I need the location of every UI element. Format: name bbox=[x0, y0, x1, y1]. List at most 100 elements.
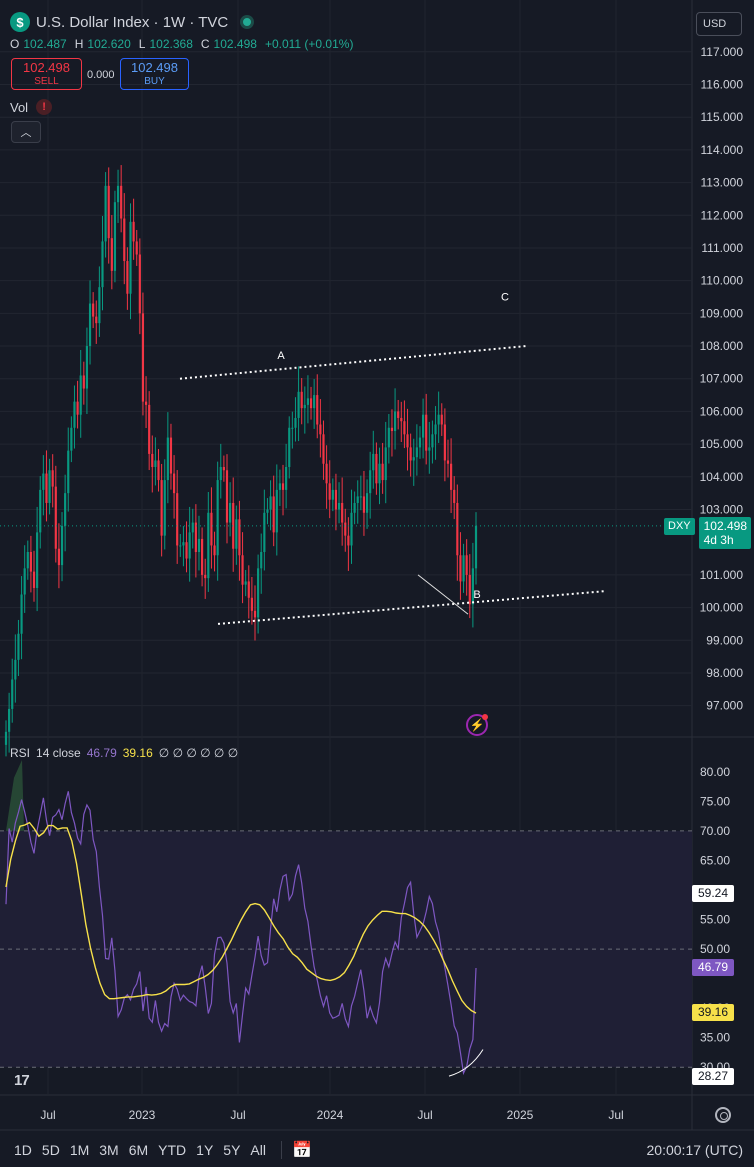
rsi-value-tag: 59.24 bbox=[692, 885, 734, 903]
candle-body bbox=[406, 434, 409, 448]
price-tick-label: 100.000 bbox=[700, 601, 744, 615]
rsi-tick-label: 80.00 bbox=[700, 765, 730, 779]
candle-body bbox=[216, 480, 219, 556]
timeframe-5y[interactable]: 5Y bbox=[218, 1142, 245, 1158]
candle-body bbox=[148, 404, 151, 454]
candle-body bbox=[418, 437, 422, 448]
candle-body bbox=[120, 185, 123, 219]
candle-body bbox=[238, 519, 241, 556]
candle-body bbox=[48, 470, 51, 503]
chevron-up-icon: ︿ bbox=[20, 127, 32, 139]
candle-body bbox=[191, 522, 194, 533]
candle-body bbox=[393, 411, 397, 432]
candle-body bbox=[456, 502, 459, 556]
candle-body bbox=[459, 555, 462, 582]
candle-body bbox=[288, 427, 291, 467]
timeframe-3m[interactable]: 3M bbox=[94, 1142, 123, 1158]
candle-body bbox=[64, 493, 67, 526]
price-tick-label: 97.000 bbox=[706, 699, 743, 713]
currency-selector[interactable]: USD bbox=[696, 12, 742, 36]
candle-body bbox=[347, 535, 350, 546]
candle-body bbox=[176, 493, 179, 546]
timeframe-5d[interactable]: 5D bbox=[37, 1142, 65, 1158]
ohlc-close-value: 102.498 bbox=[213, 37, 257, 51]
candle-body bbox=[350, 512, 353, 546]
rsi-legend[interactable]: RSI 14 close 46.79 39.16 ∅ ∅ ∅ ∅ ∅ ∅ bbox=[10, 746, 238, 760]
candle-body bbox=[123, 218, 126, 262]
price-tick-label: 104.000 bbox=[700, 470, 744, 484]
timeframe-6m[interactable]: 6M bbox=[124, 1142, 153, 1158]
price-tick-label: 111.000 bbox=[701, 241, 743, 255]
volume-legend[interactable]: Vol ! bbox=[10, 99, 53, 115]
candle-body bbox=[166, 437, 169, 481]
sell-button[interactable]: 102.498 SELL bbox=[11, 58, 82, 90]
market-open-icon bbox=[240, 15, 255, 29]
wave-label-a: A bbox=[277, 350, 285, 362]
candle-body bbox=[129, 221, 132, 294]
candle-body bbox=[8, 708, 11, 732]
trendline-a-c bbox=[179, 345, 527, 380]
candle-body bbox=[244, 581, 247, 585]
collapse-legend-button[interactable]: ︿ bbox=[11, 121, 41, 143]
price-tick-label: 113.000 bbox=[701, 176, 744, 190]
buy-label: BUY bbox=[144, 76, 165, 87]
timeframe-1m[interactable]: 1M bbox=[65, 1142, 94, 1158]
timeframe-1y[interactable]: 1Y bbox=[191, 1142, 218, 1158]
rsi-value-tag: 46.79 bbox=[692, 959, 734, 977]
timeframe-all[interactable]: All bbox=[245, 1142, 271, 1158]
candle-body bbox=[92, 303, 95, 317]
candle-body bbox=[253, 610, 257, 618]
candle-body bbox=[474, 525, 478, 569]
price-tick-label: 108.000 bbox=[700, 339, 744, 353]
candle-body bbox=[107, 185, 110, 239]
rsi-value-tag: 28.27 bbox=[692, 1068, 734, 1086]
price-tick-label: 114.000 bbox=[701, 143, 744, 157]
date-range-calendar-icon[interactable]: 📅 bbox=[292, 1140, 312, 1160]
candle-body bbox=[387, 427, 390, 448]
lightning-icon[interactable]: ⚡ bbox=[466, 714, 488, 736]
price-tick-label: 115.000 bbox=[701, 110, 744, 124]
timeframe-ytd[interactable]: YTD bbox=[153, 1142, 191, 1158]
rsi-tick-label: 35.00 bbox=[700, 1031, 730, 1045]
candle-body bbox=[309, 398, 313, 409]
candle-body bbox=[67, 450, 70, 494]
candle-body bbox=[201, 538, 204, 575]
candle-body bbox=[425, 414, 428, 451]
time-tick-label: Jul bbox=[417, 1108, 432, 1122]
candle-body bbox=[163, 480, 166, 536]
candle-body bbox=[353, 502, 356, 513]
candle-body bbox=[54, 486, 57, 549]
candle-body bbox=[369, 470, 372, 494]
rsi-value-tag: 39.16 bbox=[692, 1004, 734, 1022]
candle-body bbox=[337, 502, 341, 510]
tradingview-logo[interactable]: 17 bbox=[14, 1072, 30, 1089]
candle-body bbox=[207, 512, 210, 579]
price-change: +0.011 (+0.01%) bbox=[264, 37, 354, 51]
price-tick-label: 98.000 bbox=[706, 666, 743, 680]
volume-label: Vol bbox=[10, 99, 29, 115]
timeframe-1d[interactable]: 1D bbox=[0, 1142, 37, 1158]
buy-button[interactable]: 102.498 BUY bbox=[120, 58, 189, 90]
symbol-legend[interactable]: $ U.S. Dollar Index · 1W · TVC bbox=[10, 12, 255, 32]
warning-icon[interactable]: ! bbox=[36, 99, 53, 115]
candle-body bbox=[462, 555, 465, 582]
last-price-value: 102.498 bbox=[703, 519, 748, 533]
time-tick-label: 2023 bbox=[129, 1108, 156, 1122]
currency-label: USD bbox=[703, 18, 727, 30]
symbol-title[interactable]: U.S. Dollar Index · 1W · TVC bbox=[36, 14, 228, 31]
candle-body bbox=[437, 414, 440, 425]
rsi-ma-value: 39.16 bbox=[122, 746, 153, 760]
settings-gear-icon[interactable] bbox=[715, 1107, 731, 1123]
chart-canvas[interactable]: 117.000 116.000 115.000 114.000 113.000 112.0… bbox=[0, 0, 754, 1167]
candle-body bbox=[85, 346, 89, 389]
candle-body bbox=[365, 493, 369, 513]
utc-clock[interactable]: 20:00:17 (UTC) bbox=[647, 1142, 743, 1158]
candle-body bbox=[260, 552, 263, 569]
candle-body bbox=[359, 496, 362, 498]
candle-body bbox=[32, 571, 36, 588]
rsi-tick-label: 75.00 bbox=[700, 794, 730, 808]
candle-body bbox=[409, 447, 412, 461]
candle-body bbox=[14, 659, 17, 680]
rsi-params: 14 close bbox=[36, 746, 81, 760]
candle-body bbox=[325, 463, 328, 484]
